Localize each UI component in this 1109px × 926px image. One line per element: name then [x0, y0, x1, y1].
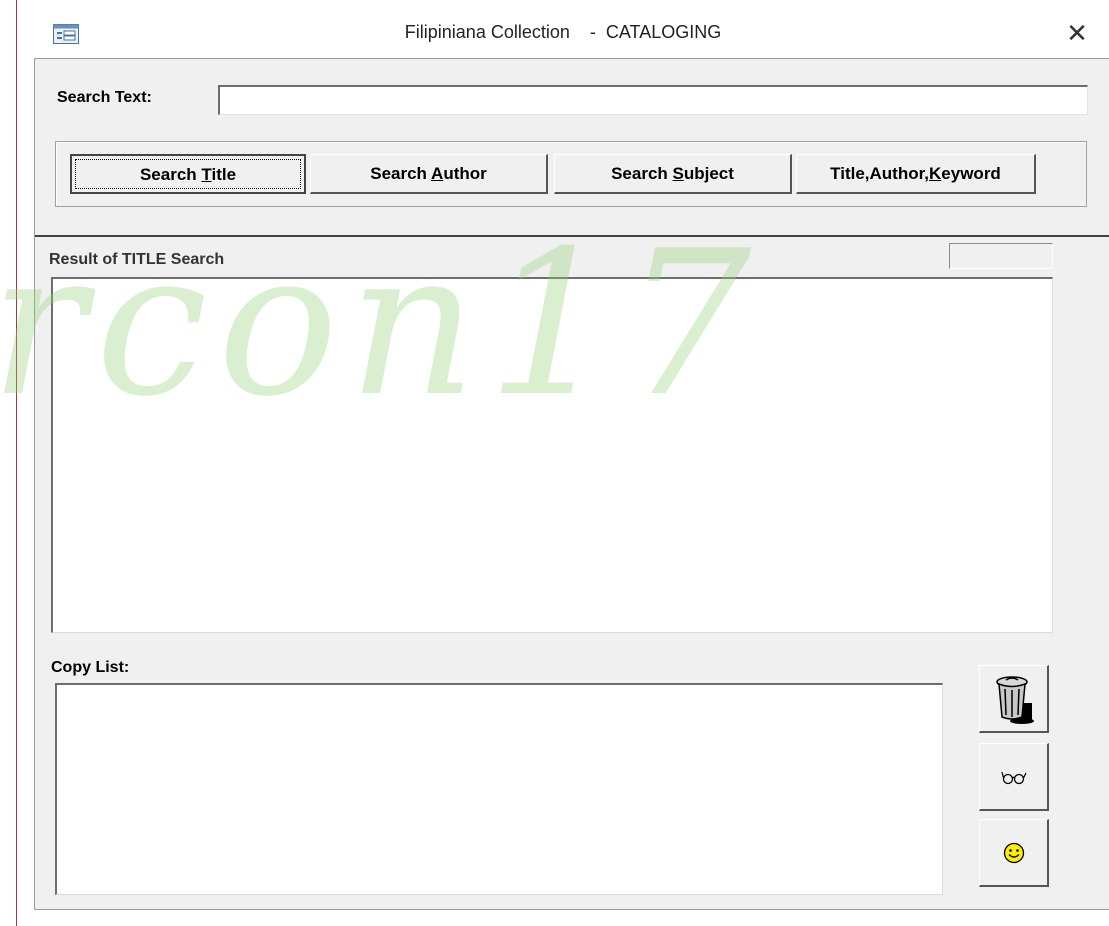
button-label: Search Author: [370, 164, 487, 183]
result-list[interactable]: [51, 277, 1053, 633]
window-title: Filipiniana Collection - CATALOGING: [404, 22, 722, 42]
search-buttons-group: Search Title Search Author Search Subjec…: [55, 141, 1087, 207]
window-border-left: [16, 0, 17, 926]
search-text-input[interactable]: [218, 85, 1088, 115]
eyeglasses-icon: [1000, 771, 1027, 784]
search-author-button[interactable]: Search Author: [310, 154, 548, 194]
search-text-label: Search Text:: [57, 89, 152, 106]
search-title-button[interactable]: Search Title: [70, 154, 306, 194]
copy-list-label: Copy List:: [51, 659, 130, 676]
close-button[interactable]: ✕: [1063, 20, 1091, 46]
title-author-keyword-button[interactable]: Title,Author,Keyword: [796, 154, 1036, 194]
section-divider: [35, 235, 1109, 237]
button-label: Search Subject: [611, 164, 734, 183]
search-subject-button[interactable]: Search Subject: [554, 154, 792, 194]
result-label: Result of TITLE Search: [49, 251, 225, 268]
smiley-face-icon: [1003, 842, 1024, 863]
title-bar: Filipiniana Collection - CATALOGING ✕: [17, 0, 1109, 58]
smiley-button[interactable]: [979, 819, 1049, 887]
focus-rectangle: [75, 159, 301, 189]
button-label: Title,Author,Keyword: [830, 164, 1001, 183]
copy-list[interactable]: [55, 683, 943, 895]
delete-button[interactable]: [979, 665, 1049, 733]
trash-can-icon: [995, 675, 1034, 724]
result-count-box: [949, 243, 1053, 269]
view-button[interactable]: [979, 743, 1049, 811]
cataloging-form: Search Text: Search Title Search Author …: [34, 58, 1109, 910]
